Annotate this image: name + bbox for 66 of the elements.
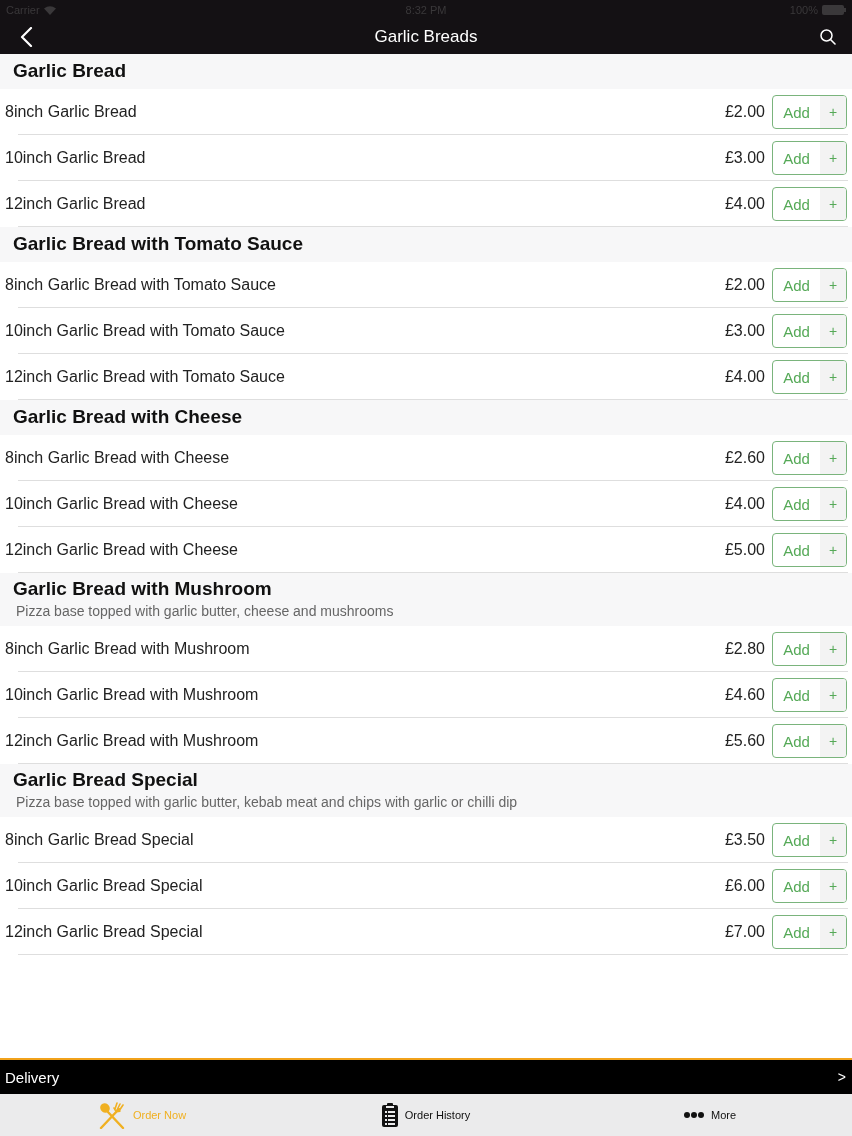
clipboard-list-icon (381, 1103, 398, 1127)
wifi-icon (43, 5, 56, 15)
section-description: Pizza base topped with garlic butter, kebab meat and chips with garlic or chilli dip (15, 793, 519, 811)
item-name: 8inch Garlic Bread with Tomato Sauce (5, 276, 277, 294)
item-name: 8inch Garlic Bread (5, 103, 138, 121)
item-name: 10inch Garlic Bread with Cheese (5, 495, 239, 513)
tab-item[interactable]: More (568, 1094, 852, 1136)
item-price: £3.00 (724, 322, 765, 340)
item-price: £2.80 (724, 640, 765, 658)
item-price: £4.60 (724, 686, 765, 704)
item-name: 8inch Garlic Bread with Cheese (5, 449, 231, 467)
add-button[interactable]: Add + (772, 487, 847, 521)
item-price: £6.00 (724, 877, 765, 895)
back-button[interactable] (20, 27, 34, 47)
add-button[interactable]: Add + (772, 141, 847, 175)
item-price: £7.00 (724, 923, 765, 941)
add-button[interactable]: Add + (772, 441, 847, 475)
add-button[interactable]: Add + (772, 268, 847, 302)
order-type-label: Delivery (5, 1068, 60, 1086)
battery-icon (822, 5, 846, 15)
item-name: 10inch Garlic Bread Special (5, 877, 204, 895)
tab-item[interactable]: Order Now (0, 1094, 284, 1136)
add-button[interactable]: Add + (772, 823, 847, 857)
add-button[interactable]: Add + (772, 915, 847, 949)
tab-item[interactable]: Order History (284, 1094, 568, 1136)
item-name: 12inch Garlic Bread (5, 195, 147, 213)
add-button[interactable]: Add + (772, 187, 847, 221)
item-name: 12inch Garlic Bread Special (5, 923, 204, 941)
section-title: Garlic Bread with Mushroom (13, 578, 273, 600)
item-name: 12inch Garlic Bread with Mushroom (5, 732, 260, 750)
section-description: Pizza base topped with garlic butter, cheese and mushrooms (15, 602, 395, 620)
item-price: £4.00 (724, 195, 765, 213)
item-price: £2.00 (724, 276, 765, 294)
section-title: Garlic Bread with Tomato Sauce (13, 233, 304, 255)
item-name: 8inch Garlic Bread Special (5, 831, 195, 849)
chevron-button[interactable]: > (837, 1069, 846, 1085)
item-name: 8inch Garlic Bread with Mushroom (5, 640, 251, 658)
item-name: 10inch Garlic Bread (5, 149, 147, 167)
section-title: Garlic Bread (13, 60, 127, 82)
item-price: £2.60 (724, 449, 765, 467)
search-button[interactable] (820, 29, 836, 45)
order-type-bar[interactable]: Delivery > (0, 1058, 852, 1094)
item-name: 12inch Garlic Bread with Cheese (5, 541, 239, 559)
add-button[interactable]: Add + (772, 533, 847, 567)
add-button[interactable]: Add + (772, 360, 847, 394)
add-button[interactable]: Add + (772, 95, 847, 129)
item-price: £3.00 (724, 149, 765, 167)
nav-title: Garlic Breads (374, 27, 478, 47)
add-button[interactable]: Add + (772, 678, 847, 712)
add-button[interactable]: Add + (772, 869, 847, 903)
item-name: 10inch Garlic Bread with Mushroom (5, 686, 260, 704)
item-name: 10inch Garlic Bread with Tomato Sauce (5, 322, 286, 340)
item-price: £4.00 (724, 495, 765, 513)
section-title: Garlic Bread with Cheese (13, 406, 244, 428)
item-price: £5.60 (724, 732, 765, 750)
item-price: £5.00 (724, 541, 765, 559)
item-price: £4.00 (724, 368, 765, 386)
item-price: £3.50 (724, 831, 765, 849)
add-button[interactable]: Add + (772, 632, 847, 666)
section-title: Garlic Bread Special (13, 769, 199, 791)
item-price: £2.00 (724, 103, 765, 121)
fork-and-spoon-icon (97, 1101, 126, 1129)
add-button[interactable]: Add + (772, 724, 847, 758)
add-button[interactable]: Add + (772, 314, 847, 348)
more-icon (683, 1112, 704, 1118)
item-name: 12inch Garlic Bread with Tomato Sauce (5, 368, 286, 386)
